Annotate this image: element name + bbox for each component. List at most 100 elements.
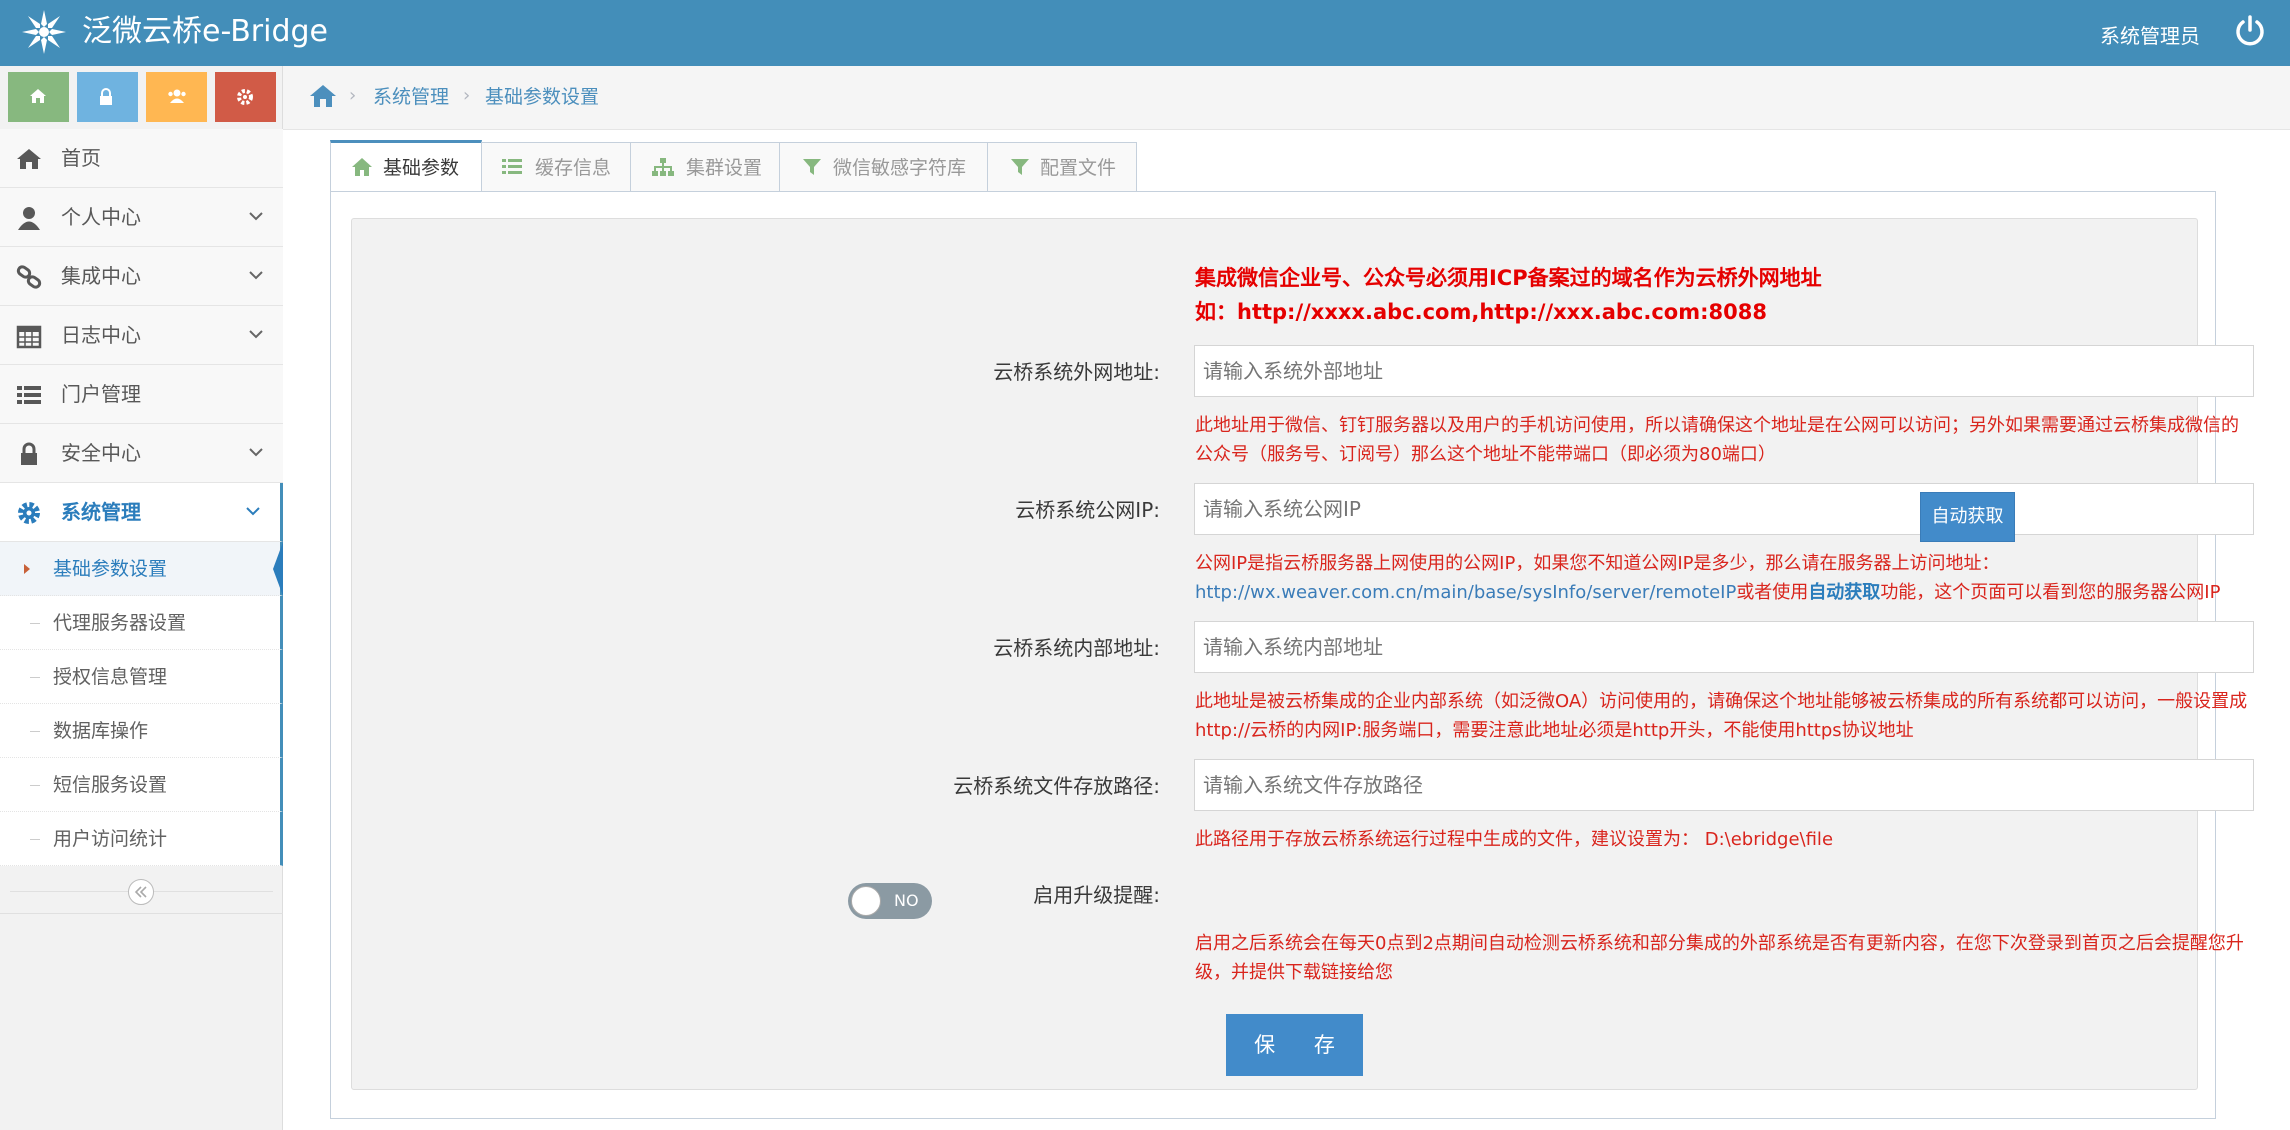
- shortcut-users-button[interactable]: [146, 72, 207, 122]
- tab-label: 微信敏感字符库: [833, 157, 967, 179]
- tab-label: 基础参数: [383, 157, 460, 179]
- shortcut-home-button[interactable]: [8, 72, 69, 122]
- upgrade-reminder-help: 启用之后系统会在每天0点到2点期间自动检测云桥系统和部分集成的外部系统是否有更新…: [1195, 933, 2244, 983]
- sidebar-subitem-label: 代理服务器设置: [53, 612, 187, 634]
- sidebar-item-home[interactable]: 首页: [0, 129, 283, 188]
- shortcut-lock-button[interactable]: [77, 72, 138, 122]
- form-panel: 集成微信企业号、公众号必须用ICP备案过的域名作为云桥外网地址 如：http:/…: [351, 218, 2254, 1090]
- sitemap-icon: [652, 158, 674, 176]
- caret-right-icon: [24, 564, 30, 574]
- chevron-down-icon: [249, 448, 263, 457]
- shortcut-bar: [8, 72, 276, 122]
- tab-cache-info[interactable]: 缓存信息: [481, 142, 631, 192]
- sidebar-subitem-sms[interactable]: 短信服务设置: [0, 758, 283, 812]
- home-icon: [30, 89, 46, 103]
- lock-icon: [21, 442, 37, 465]
- toggle-knob: [851, 886, 881, 916]
- chevron-down-icon: [249, 330, 263, 339]
- sidebar-subitem-label: 授权信息管理: [53, 666, 168, 688]
- sidebar-subitem-proxy[interactable]: 代理服务器设置: [0, 596, 283, 650]
- sidebar-subitem-label: 用户访问统计: [53, 828, 168, 850]
- chevron-down-icon: [246, 507, 260, 516]
- sidebar-item-logs[interactable]: 日志中心: [0, 306, 283, 365]
- sidebar-subitem-database[interactable]: 数据库操作: [0, 704, 283, 758]
- tab-wechat-sensitive[interactable]: 微信敏感字符库: [779, 142, 988, 192]
- shortcut-settings-button[interactable]: [215, 72, 276, 122]
- sidebar-item-label: 集成中心: [61, 264, 141, 288]
- toggle-state-label: NO: [894, 891, 919, 910]
- chevron-down-icon: [249, 271, 263, 280]
- internal-address-input[interactable]: [1194, 621, 2254, 673]
- remote-ip-link[interactable]: http://wx.weaver.com.cn/main/base/sysInf…: [1195, 582, 1736, 603]
- sidebar-item-security[interactable]: 安全中心: [0, 424, 283, 483]
- tab-label: 集群设置: [686, 157, 763, 179]
- lock-icon: [100, 88, 112, 105]
- gear-icon: [18, 502, 40, 524]
- home-icon[interactable]: [309, 84, 337, 108]
- alert-line-2: 如：http://xxxx.abc.com,http://xxx.abc.com…: [1195, 300, 1767, 324]
- external-address-label: 云桥系统外网地址:: [993, 360, 1160, 384]
- list-icon: [17, 386, 41, 404]
- link-icon: [16, 265, 42, 289]
- public-ip-input[interactable]: [1194, 483, 2254, 535]
- power-icon[interactable]: [2232, 13, 2268, 49]
- gear-icon: [237, 89, 253, 105]
- sidebar-subitem-label: 短信服务设置: [53, 774, 168, 796]
- alert-line-1: 集成微信企业号、公众号必须用ICP备案过的域名作为云桥外网地址: [1195, 266, 1822, 290]
- auto-fetch-link[interactable]: 自动获取: [1808, 582, 1880, 603]
- external-address-input[interactable]: [1194, 345, 2254, 397]
- calendar-icon: [16, 325, 42, 349]
- list-icon: [502, 159, 522, 174]
- save-button[interactable]: 保 存: [1226, 1014, 1363, 1076]
- chevron-down-icon: [249, 212, 263, 221]
- sidebar-item-personal[interactable]: 个人中心: [0, 188, 283, 247]
- chevron-right-icon: ›: [349, 85, 357, 106]
- filter-icon: [1011, 159, 1029, 175]
- external-address-help: 此地址用于微信、钉钉服务器以及用户的手机访问使用，所以请确保这个地址是在公网可以…: [1195, 415, 2239, 465]
- breadcrumb-item[interactable]: 系统管理: [373, 85, 449, 109]
- home-icon: [352, 158, 372, 176]
- users-icon: [168, 89, 186, 103]
- public-ip-help: 公网IP是指云桥服务器上网使用的公网IP，如果您不知道公网IP是多少，那么请在服…: [1195, 553, 2221, 603]
- file-path-input[interactable]: [1194, 759, 2254, 811]
- logo-icon: [22, 10, 66, 54]
- breadcrumb: › 系统管理 › 基础参数设置: [283, 66, 2290, 130]
- app-title: 泛微云桥e-Bridge: [82, 14, 329, 49]
- internal-address-label: 云桥系统内部地址:: [993, 636, 1160, 660]
- tab-config-file[interactable]: 配置文件: [987, 142, 1137, 192]
- sidebar-item-label: 系统管理: [61, 500, 141, 524]
- home-icon: [17, 149, 41, 169]
- tab-cluster[interactable]: 集群设置: [630, 142, 780, 192]
- user-icon: [18, 207, 40, 230]
- current-user[interactable]: 系统管理员: [2100, 20, 2200, 49]
- sidebar-item-label: 门户管理: [61, 382, 141, 406]
- tab-label: 配置文件: [1040, 157, 1117, 179]
- sidebar-item-integration[interactable]: 集成中心: [0, 247, 283, 306]
- sidebar-subitem-user-stats[interactable]: 用户访问统计: [0, 812, 283, 866]
- sidebar-subitem-label: 数据库操作: [53, 720, 149, 742]
- sidebar-item-label: 日志中心: [61, 323, 141, 347]
- active-pointer: [273, 542, 283, 596]
- filter-icon: [803, 159, 821, 175]
- double-chevron-left-icon: [134, 886, 147, 898]
- sidebar-item-label: 首页: [61, 146, 101, 170]
- auto-fetch-button[interactable]: 自动获取: [1920, 492, 2015, 542]
- sidebar-item-portal[interactable]: 门户管理: [0, 365, 283, 424]
- sidebar-subitem-label: 基础参数设置: [53, 558, 168, 580]
- public-ip-label: 云桥系统公网IP:: [1015, 498, 1160, 522]
- upgrade-reminder-toggle[interactable]: NO: [848, 883, 932, 919]
- file-path-help: 此路径用于存放云桥系统运行过程中生成的文件，建议设置为： D:\ebridge\…: [1195, 829, 1834, 850]
- sidebar-item-system[interactable]: 系统管理: [0, 483, 283, 542]
- sidebar-subitem-basic-params[interactable]: 基础参数设置: [0, 542, 283, 596]
- chevron-right-icon: ›: [463, 85, 471, 106]
- sidebar: 首页 个人中心 集成中心 日志中心 门户管理 安全中心 系统管理 基础参数设置 …: [0, 66, 283, 1130]
- file-path-label: 云桥系统文件存放路径:: [953, 774, 1160, 798]
- sidebar-item-label: 安全中心: [61, 441, 141, 465]
- internal-address-help: 此地址是被云桥集成的企业内部系统（如泛微OA）访问使用的，请确保这个地址能够被云…: [1195, 691, 2248, 741]
- sidebar-collapse-button[interactable]: [128, 879, 154, 905]
- tab-label: 缓存信息: [535, 157, 612, 179]
- sidebar-subitem-license[interactable]: 授权信息管理: [0, 650, 283, 704]
- tab-basic-params[interactable]: 基础参数: [330, 140, 482, 193]
- top-navbar: 泛微云桥e-Bridge 系统管理员: [0, 0, 2290, 66]
- sidebar-item-label: 个人中心: [61, 205, 141, 229]
